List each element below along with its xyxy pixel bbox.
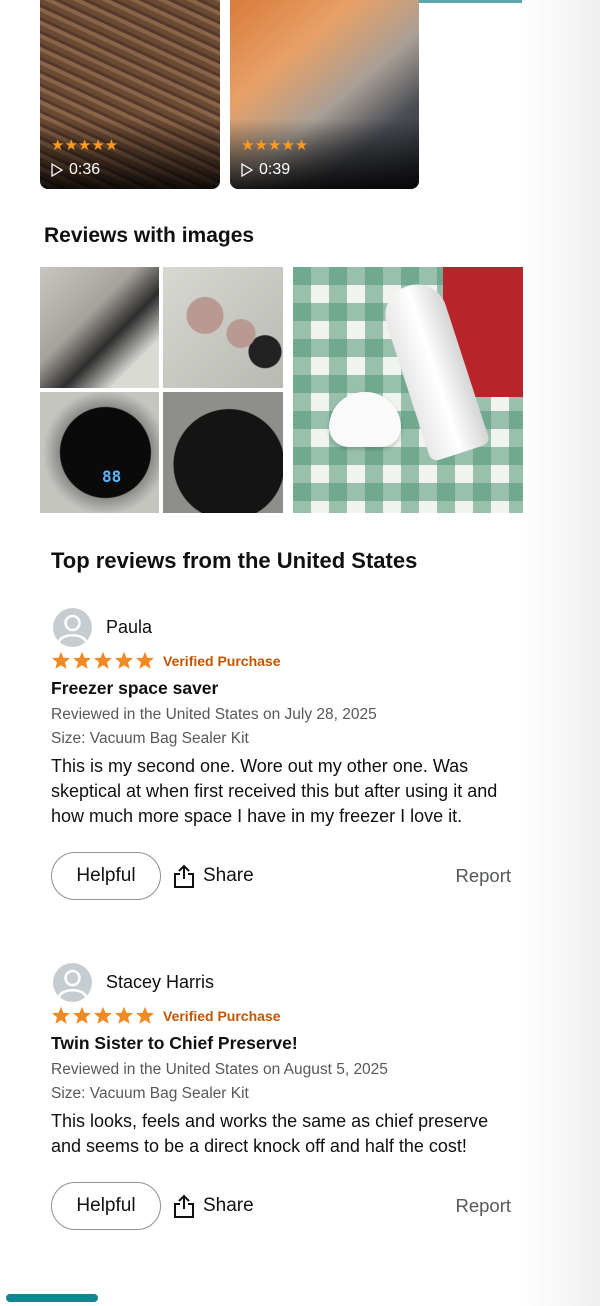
review-body: This looks, feels and works the same as … <box>51 1111 489 1156</box>
review-card: Paula Verified Purchase Freezer space sa… <box>51 608 511 901</box>
video-duration: 0:36 <box>51 161 100 179</box>
star-icon <box>52 651 70 669</box>
reviewer-row[interactable]: Paula <box>51 608 511 647</box>
reviewer-name: Paula <box>106 617 153 637</box>
video-review-2[interactable]: ★★★★★ 0:39 <box>230 0 419 189</box>
share-label: Share <box>203 865 254 886</box>
play-icon <box>241 163 253 177</box>
right-edge-shade <box>520 0 600 1306</box>
video-duration-text: 0:39 <box>259 161 291 178</box>
review-image-5[interactable] <box>293 267 523 513</box>
review-image-2[interactable] <box>163 267 283 388</box>
reviewer-row[interactable]: Stacey Harris <box>51 963 511 1002</box>
device-display-digits: 88 <box>102 467 122 486</box>
review-date: Reviewed in the United States on August … <box>51 1061 388 1078</box>
helpful-button[interactable]: Helpful <box>51 852 161 900</box>
report-link[interactable]: Report <box>455 1195 511 1217</box>
star-icon <box>52 1006 70 1024</box>
share-label: Share <box>203 1195 254 1216</box>
star-icon <box>73 1006 91 1024</box>
rating-row: Verified Purchase <box>51 1006 511 1025</box>
reviews-with-images-heading: Reviews with images <box>44 224 255 247</box>
star-icon <box>73 651 91 669</box>
helpful-button[interactable]: Helpful <box>51 1182 161 1230</box>
user-icon <box>57 969 88 998</box>
video-duration: 0:39 <box>241 161 290 179</box>
review-image-1[interactable] <box>40 267 159 388</box>
share-icon <box>174 1194 194 1218</box>
reviewer-name: Stacey Harris <box>106 972 215 992</box>
review-card: Stacey Harris Verified Purchase Twin Sis… <box>51 963 511 1231</box>
verified-purchase-badge: Verified Purchase <box>163 1007 281 1024</box>
share-button[interactable]: Share <box>173 864 254 888</box>
star-icon <box>136 1006 154 1024</box>
video-rating-stars: ★★★★★ <box>51 137 119 154</box>
rating-stars <box>51 1006 155 1025</box>
star-icon <box>136 651 154 669</box>
rating-row: Verified Purchase <box>51 651 511 670</box>
review-body: This is my second one. Wore out my other… <box>51 756 498 826</box>
review-size: Size: Vacuum Bag Sealer Kit <box>51 730 249 747</box>
share-icon <box>174 864 194 888</box>
report-link[interactable]: Report <box>455 865 511 887</box>
play-icon <box>51 163 63 177</box>
rating-stars <box>51 651 155 670</box>
review-image-3[interactable]: 88 <box>40 392 159 513</box>
review-actions: Helpful Share Report <box>51 851 511 901</box>
star-icon <box>115 1006 133 1024</box>
avatar <box>53 608 92 647</box>
star-icon <box>94 651 112 669</box>
bottom-nav-indicator <box>6 1294 98 1302</box>
review-actions: Helpful Share Report <box>51 1181 511 1231</box>
star-icon <box>94 1006 112 1024</box>
review-date: Reviewed in the United States on July 28… <box>51 706 377 723</box>
star-icon <box>115 651 133 669</box>
user-icon <box>57 614 88 643</box>
review-title: Twin Sister to Chief Preserve! <box>51 1033 298 1053</box>
review-size: Size: Vacuum Bag Sealer Kit <box>51 1085 249 1102</box>
avatar <box>53 963 92 1002</box>
video-duration-text: 0:36 <box>69 161 101 178</box>
share-button[interactable]: Share <box>173 1194 254 1218</box>
video-rating-stars: ★★★★★ <box>241 137 309 154</box>
sealer-cap-image <box>329 392 401 447</box>
verified-purchase-badge: Verified Purchase <box>163 652 281 669</box>
review-image-4[interactable] <box>163 392 283 513</box>
top-reviews-heading: Top reviews from the United States <box>51 548 418 573</box>
video-review-1[interactable]: ★★★★★ 0:36 <box>40 0 220 189</box>
review-title: Freezer space saver <box>51 678 219 698</box>
